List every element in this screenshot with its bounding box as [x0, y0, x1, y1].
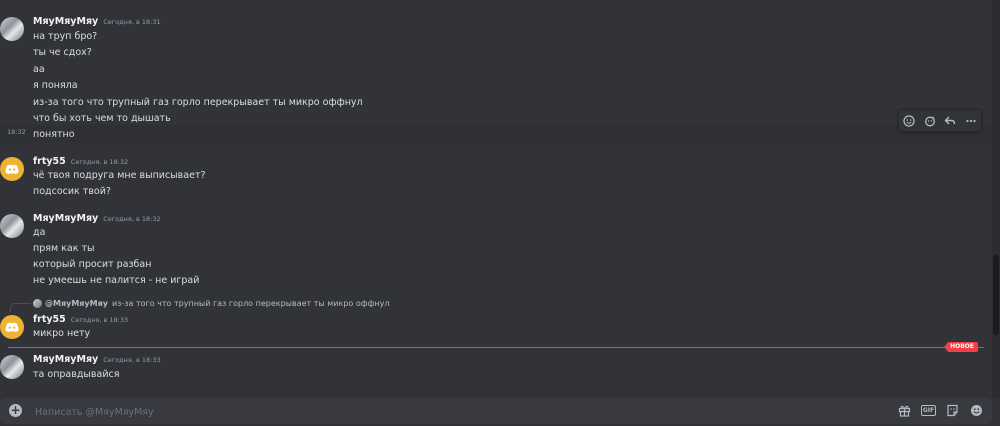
message-header: МяуМяуМяу Сегодня, в 18:31 — [33, 16, 161, 30]
username[interactable]: frty55 — [33, 314, 66, 325]
reply-avatar — [33, 299, 42, 308]
discord-logo-icon — [5, 322, 19, 332]
new-messages-badge: НОВОЕ — [944, 342, 978, 352]
composer-actions: GIF — [897, 403, 984, 418]
scrollbar-thumb[interactable] — [993, 255, 999, 335]
hover-timestamp: 18:32 — [7, 128, 26, 136]
message-header: МяуМяуМяу Сегодня, в 18:33 — [33, 354, 161, 368]
username[interactable]: МяуМяуМяу — [33, 354, 98, 365]
message-text: прям как ты — [33, 243, 95, 254]
timestamp: Сегодня, в 18:31 — [103, 18, 161, 26]
message-input[interactable] — [33, 403, 877, 421]
message-header: МяуМяуМяу Сегодня, в 18:32 — [33, 213, 161, 227]
message-text: да — [33, 227, 46, 238]
message-text: что бы хоть чем то дышать — [33, 113, 171, 124]
reply-text: из-за того что трупный газ горло перекры… — [111, 299, 390, 308]
reply-reference[interactable]: @МяуМяуМяу из-за того что трупный газ го… — [33, 299, 390, 308]
reply-spine — [10, 303, 31, 312]
timestamp: Сегодня, в 18:32 — [103, 215, 161, 223]
avatar[interactable] — [0, 355, 24, 379]
chat-message-list: 18:32 МяуМяуМяу Сегодня, в 18:31 на труп… — [0, 0, 992, 398]
avatar[interactable] — [0, 315, 24, 339]
add-attachment-button[interactable]: + — [9, 404, 22, 417]
gif-icon[interactable]: GIF — [920, 403, 937, 418]
timestamp: Сегодня, в 18:33 — [70, 316, 129, 324]
message-header: frty55 Сегодня, в 18:32 — [33, 156, 128, 170]
message-text: который просит разбан — [33, 259, 152, 270]
reply-icon[interactable] — [942, 113, 958, 129]
message-text: на труп бро? — [33, 31, 98, 42]
message-text: аа — [33, 64, 45, 75]
new-messages-divider — [8, 347, 984, 348]
timestamp: Сегодня, в 18:32 — [70, 158, 129, 166]
message-composer: + GIF — [0, 398, 992, 424]
message-text: понятно — [33, 129, 75, 140]
username[interactable]: МяуМяуМяу — [33, 213, 98, 224]
message-text: микро нету — [33, 328, 91, 339]
message-text: чё твоя подруга мне выписывает? — [33, 170, 206, 181]
timestamp: Сегодня, в 18:33 — [103, 356, 161, 364]
avatar[interactable] — [0, 214, 24, 238]
hovered-message-highlight — [0, 125, 992, 143]
message-text: та оправдывайся — [33, 369, 120, 380]
username[interactable]: frty55 — [33, 156, 66, 167]
emoji-icon[interactable] — [969, 403, 984, 418]
message-header: frty55 Сегодня, в 18:33 — [33, 314, 128, 328]
message-actions-toolbar — [898, 109, 982, 132]
reply-author: @МяуМяуМяу — [45, 299, 108, 308]
message-text: не умеешь не палится - не играй — [33, 275, 200, 286]
discord-logo-icon — [5, 164, 19, 174]
username[interactable]: МяуМяуМяу — [33, 16, 98, 27]
gif-label: GIF — [920, 405, 937, 416]
message-text: подсосик твой? — [33, 186, 111, 197]
more-icon[interactable] — [963, 113, 979, 129]
add-reaction-icon[interactable] — [901, 113, 917, 129]
avatar[interactable] — [0, 157, 24, 181]
sticker-icon[interactable] — [945, 403, 960, 418]
avatar[interactable] — [0, 17, 24, 41]
message-text: я поняла — [33, 80, 78, 91]
scrollbar-track[interactable] — [992, 0, 1000, 398]
message-text: ты че сдох? — [33, 47, 92, 58]
message-text: из-за того что трупный газ горло перекры… — [33, 97, 363, 108]
gift-icon[interactable] — [897, 403, 912, 418]
add-super-reaction-icon[interactable] — [922, 113, 938, 129]
